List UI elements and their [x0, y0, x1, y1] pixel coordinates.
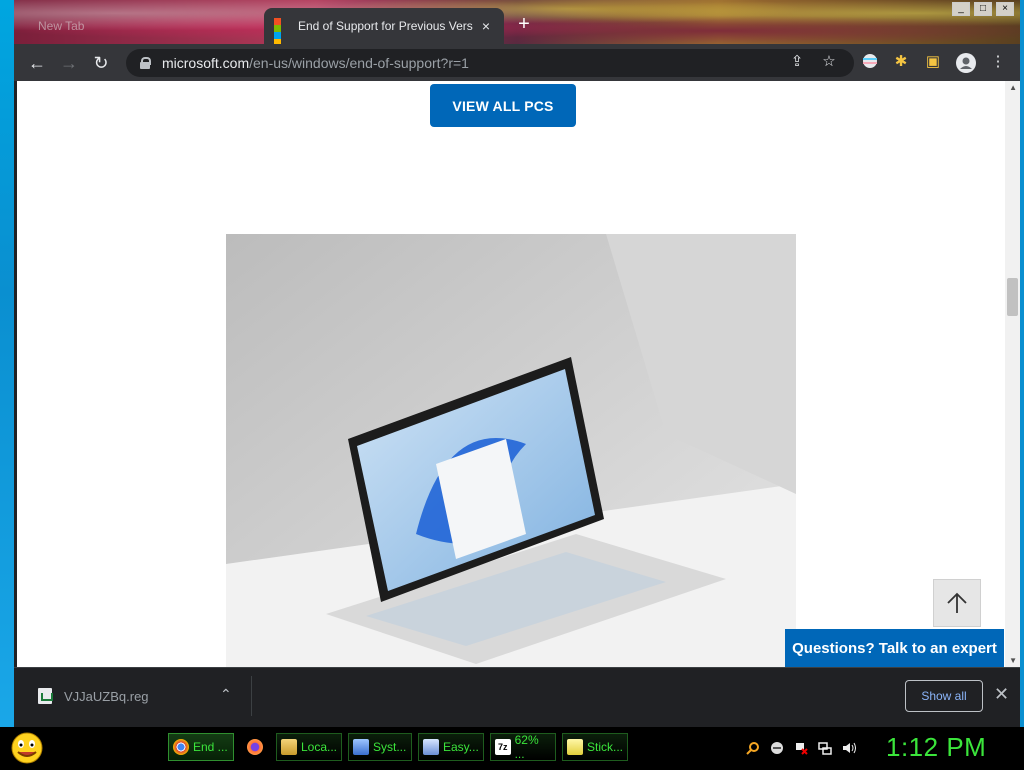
forward-arrow-icon[interactable]: →	[58, 52, 80, 74]
taskbar-item-sticky[interactable]: Stick...	[562, 733, 628, 761]
search-icon[interactable]	[746, 741, 760, 755]
desktop-wallpaper-right	[1020, 0, 1024, 727]
tab-title: New Tab	[38, 19, 85, 33]
bookmark-star-icon[interactable]: ☆	[820, 53, 838, 71]
window-controls: _ □ ×	[952, 2, 1014, 16]
scroll-up-icon[interactable]: ▲	[1009, 83, 1017, 92]
page-viewport: VIEW ALL PCS Questions? Talk to an exper…	[17, 81, 1020, 667]
start-button[interactable]	[8, 731, 46, 765]
taskbar-item-label: 62% ...	[514, 733, 539, 761]
chrome-icon	[173, 739, 189, 755]
taskbar-item-system[interactable]: Syst...	[348, 733, 412, 761]
microsoft-logo-icon	[274, 18, 290, 46]
taskbar-item-label: Loca...	[300, 740, 337, 754]
close-window-button[interactable]: ×	[996, 2, 1014, 16]
download-file-name[interactable]: VJJaUZBq.reg	[64, 689, 149, 704]
tab-strip: New Tab End of Support for Previous Vers…	[14, 0, 1020, 46]
divider	[251, 676, 252, 716]
scroll-thumb[interactable]	[1007, 278, 1018, 316]
desktop-wallpaper-left	[0, 0, 14, 727]
network-icon[interactable]	[818, 741, 832, 755]
taskbar-item-label: Syst...	[373, 740, 407, 754]
view-all-pcs-button[interactable]: VIEW ALL PCS	[430, 84, 576, 127]
easy-icon	[423, 739, 439, 755]
folder-icon	[281, 739, 297, 755]
browser-window: New Tab End of Support for Previous Vers…	[14, 0, 1020, 727]
side-panel-icon[interactable]: ▣	[924, 53, 942, 71]
chevron-up-icon[interactable]: ⌃	[220, 686, 232, 703]
taskbar-item-local[interactable]: Loca...	[276, 733, 342, 761]
back-arrow-icon[interactable]: ←	[26, 52, 48, 74]
share-icon[interactable]: ⇪	[788, 53, 806, 71]
close-icon[interactable]: ✕	[994, 684, 1009, 705]
address-bar[interactable]: microsoft.com/en-us/windows/end-of-suppo…	[126, 49, 854, 77]
flag-alert-icon[interactable]	[794, 741, 808, 755]
taskbar-item-firefox[interactable]	[242, 733, 270, 761]
arrow-up-icon	[947, 592, 967, 613]
profile-extension-icon[interactable]	[861, 53, 879, 71]
talk-to-expert-button[interactable]: Questions? Talk to an expert	[785, 629, 1004, 667]
system-icon	[353, 739, 369, 755]
reload-icon[interactable]: ↻	[90, 52, 112, 74]
download-shelf: VJJaUZBq.reg ⌃ Show all ✕	[14, 667, 1020, 727]
tab-new-tab[interactable]: New Tab	[28, 8, 274, 44]
extensions-puzzle-icon[interactable]: ✱	[892, 53, 910, 71]
taskbar: End ... Loca... Syst... Easy... 7z 62% .…	[0, 727, 1024, 768]
close-tab-icon[interactable]: ×	[478, 18, 494, 34]
scroll-down-icon[interactable]: ▼	[1009, 656, 1017, 665]
back-to-top-button[interactable]	[933, 579, 981, 627]
show-all-button[interactable]: Show all	[905, 680, 983, 712]
taskbar-item-label: Easy...	[443, 740, 479, 754]
menu-kebab-icon[interactable]: ⋮	[989, 53, 1007, 71]
avatar-icon[interactable]	[956, 53, 976, 73]
minimize-button[interactable]: _	[952, 2, 970, 16]
taskbar-item-7zip[interactable]: 7z 62% ...	[490, 733, 556, 761]
tab-title: End of Support for Previous Vers	[298, 19, 473, 33]
url-path: /en-us/windows/end-of-support?r=1	[249, 55, 469, 71]
sticky-icon	[567, 739, 583, 755]
page-scrollbar[interactable]: ▲ ▼	[1005, 81, 1020, 667]
laptop-hero-image	[226, 234, 796, 667]
taskbar-item-easy[interactable]: Easy...	[418, 733, 484, 761]
firefox-icon	[247, 739, 263, 755]
taskbar-item-chrome[interactable]: End ...	[168, 733, 234, 761]
7zip-icon: 7z	[495, 739, 511, 755]
volume-icon[interactable]	[842, 741, 856, 755]
url-host: microsoft.com	[162, 55, 250, 71]
tab-end-of-support[interactable]: End of Support for Previous Vers ×	[264, 8, 504, 46]
new-tab-button[interactable]: +	[514, 14, 534, 34]
taskbar-item-label: End ...	[193, 740, 228, 754]
maximize-button[interactable]: □	[974, 2, 992, 16]
taskbar-clock[interactable]: 1:12 PM	[886, 732, 986, 763]
browser-toolbar: ← → ↻ microsoft.com/en-us/windows/end-of…	[14, 44, 1020, 81]
status-icon[interactable]	[770, 741, 784, 755]
reg-file-icon[interactable]	[38, 688, 53, 704]
lock-icon[interactable]	[140, 57, 151, 69]
smiley-start-icon	[11, 732, 43, 764]
taskbar-item-label: Stick...	[586, 740, 623, 754]
